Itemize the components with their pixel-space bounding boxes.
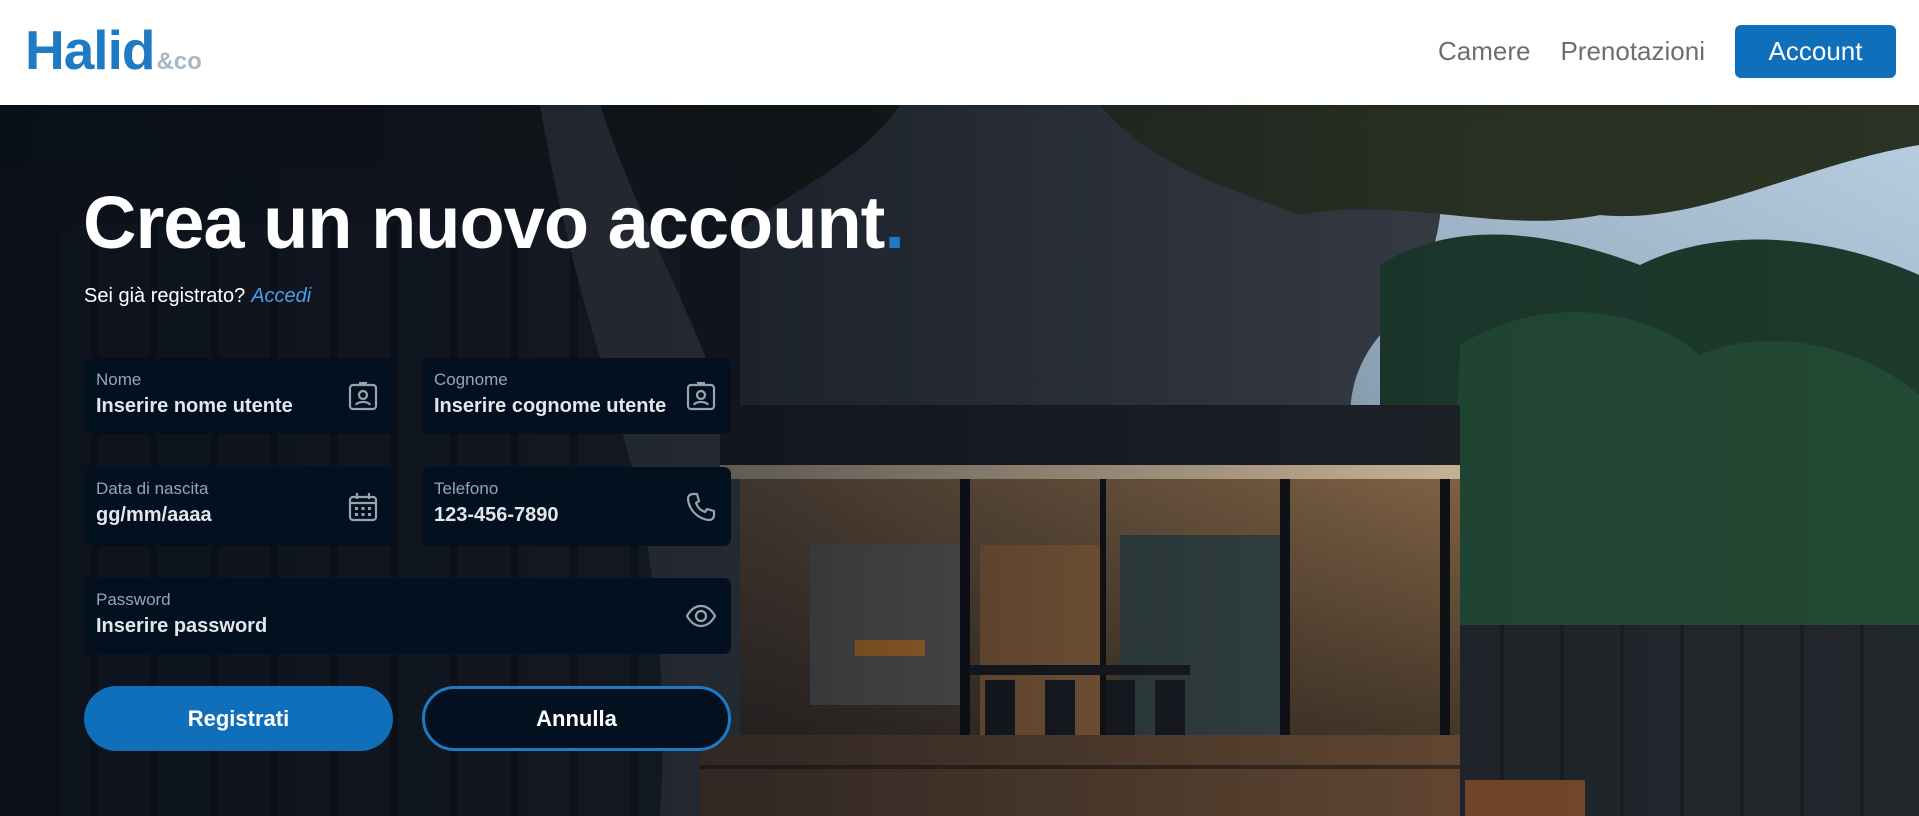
nome-label: Nome bbox=[96, 370, 142, 389]
phone-input[interactable]: 123-456-7890 bbox=[434, 504, 719, 527]
nav-link-prenotazioni[interactable]: Prenotazioni bbox=[1560, 36, 1705, 67]
logo-suffix: &co bbox=[156, 48, 202, 75]
phone-icon bbox=[686, 492, 716, 521]
page-title-text: Crea un nuovo account bbox=[83, 181, 885, 264]
login-prompt-text: Sei già registrato? bbox=[84, 285, 246, 307]
nome-field[interactable]: Nome Inserire nome utente bbox=[84, 358, 393, 434]
phone-label: Telefono bbox=[434, 479, 499, 498]
title-accent-dot: . bbox=[884, 181, 905, 264]
birthdate-input[interactable]: gg/mm/aaaa bbox=[96, 504, 381, 527]
cognome-field[interactable]: Cognome Inserire cognome utente bbox=[422, 358, 731, 434]
page-title: Crea un nuovo account. bbox=[83, 178, 905, 268]
nav-link-camere[interactable]: Camere bbox=[1438, 36, 1530, 67]
logo-text: Halid bbox=[25, 19, 155, 81]
contact-card-icon bbox=[348, 381, 378, 411]
eye-icon[interactable] bbox=[685, 600, 717, 632]
password-input[interactable]: Inserire password bbox=[96, 615, 719, 638]
register-button[interactable]: Registrati bbox=[84, 686, 393, 751]
login-link[interactable]: Accedi bbox=[251, 285, 311, 307]
contact-card-icon bbox=[686, 381, 716, 411]
password-label: Password bbox=[96, 590, 171, 609]
login-prompt: Sei già registrato? Accedi bbox=[84, 285, 311, 308]
birthdate-field[interactable]: Data di nascita gg/mm/aaaa bbox=[84, 467, 393, 546]
password-field[interactable]: Password Inserire password bbox=[84, 578, 731, 654]
brand-logo[interactable]: Halid &co bbox=[25, 20, 202, 80]
nome-input[interactable]: Inserire nome utente bbox=[96, 395, 381, 418]
cognome-input[interactable]: Inserire cognome utente bbox=[434, 395, 719, 418]
birthdate-label: Data di nascita bbox=[96, 479, 209, 498]
cognome-label: Cognome bbox=[434, 370, 508, 389]
account-button[interactable]: Account bbox=[1735, 25, 1896, 78]
phone-field[interactable]: Telefono 123-456-7890 bbox=[422, 467, 731, 546]
top-navbar: Halid &co Camere Prenotazioni Account bbox=[0, 0, 1919, 105]
calendar-icon[interactable] bbox=[347, 491, 379, 523]
cancel-button[interactable]: Annulla bbox=[422, 686, 731, 751]
main-nav: Camere Prenotazioni Account bbox=[1438, 25, 1896, 78]
